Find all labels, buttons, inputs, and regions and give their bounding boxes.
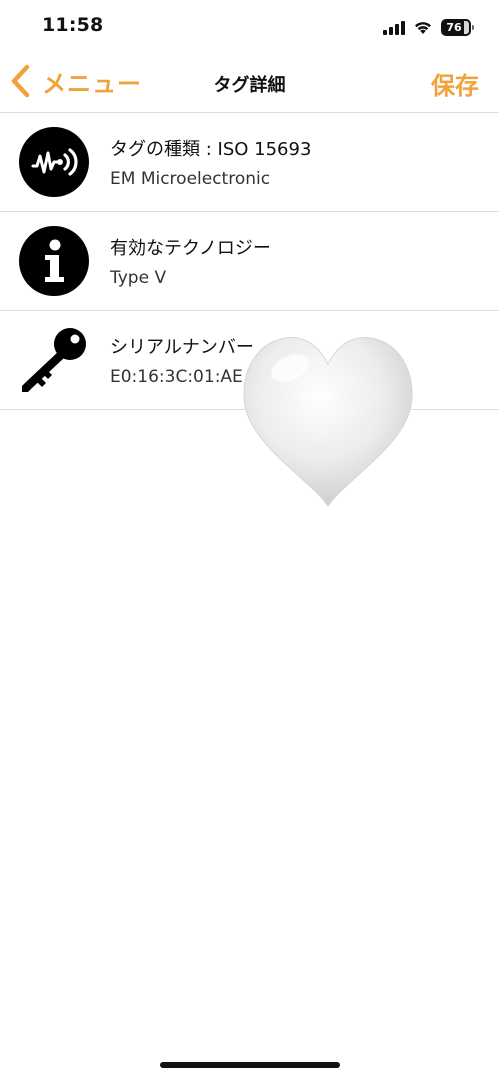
technology-value: Type V [110,268,167,288]
battery-icon: 76 [441,18,474,36]
home-indicator[interactable] [160,1062,340,1068]
tag-detail-list: タグの種類 : ISO 15693 EM Microelectronic 有効な… [0,112,499,410]
navigation-bar: メニュー タグ詳細 保存 [0,54,499,112]
page-title: タグ詳細 [213,75,286,96]
technology-label: 有効なテクノロジー [110,238,271,259]
tag-type-label: タグの種類 : ISO 15693 [110,139,312,160]
key-icon [22,328,86,392]
status-bar: 11:58 76 [0,0,499,54]
battery-level-text: 76 [446,20,462,34]
signal-icon [383,19,405,35]
list-item-technology[interactable]: 有効なテクノロジー Type V [0,211,499,310]
status-time: 11:58 [42,14,104,36]
serial-number-label: シリアルナンバー [110,337,254,358]
tag-manufacturer-value: EM Microelectronic [110,169,271,189]
status-icons: 76 [383,16,474,38]
battery-empty-portion [464,20,469,34]
back-button[interactable]: メニュー [10,64,142,98]
chevron-left-icon [11,64,30,98]
list-item-serial-number[interactable]: シリアルナンバー E0:16:3C:01:AE [0,310,499,410]
serial-number-value: E0:16:3C:01:AE [110,367,243,387]
save-button[interactable]: 保存 [431,66,479,101]
info-icon [19,226,89,296]
nfc-tag-icon [19,127,89,197]
back-button-label: メニュー [42,69,142,98]
list-item-tag-type[interactable]: タグの種類 : ISO 15693 EM Microelectronic [0,112,499,211]
wifi-icon [413,19,433,35]
